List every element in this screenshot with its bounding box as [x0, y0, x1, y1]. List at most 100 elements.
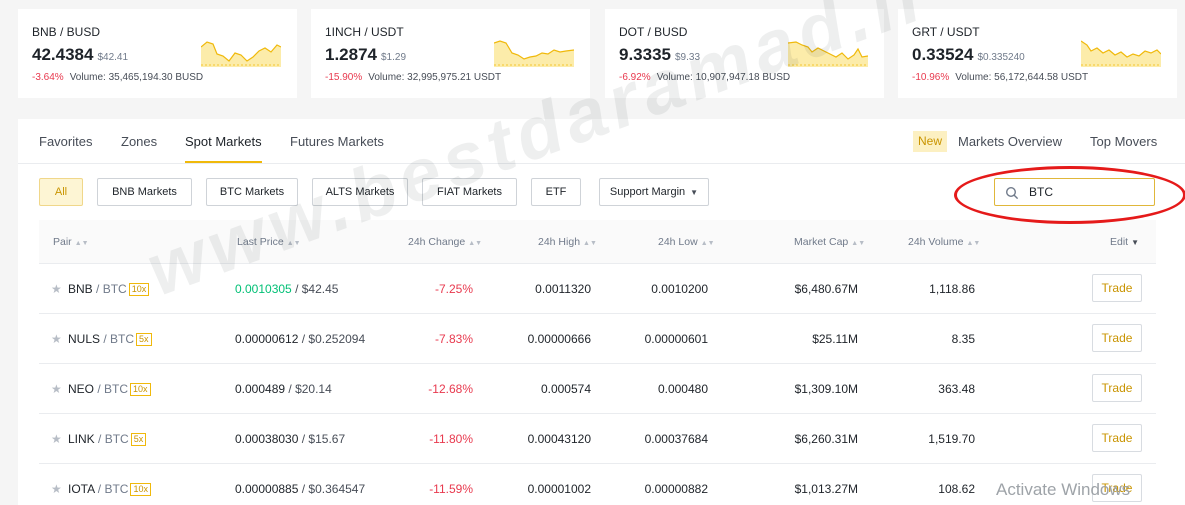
edit-columns-button[interactable]: Edit ▼ [1110, 236, 1139, 248]
market-cap-cell: $6,480.67M [794, 282, 858, 296]
ticker-change: -15.90% [325, 72, 363, 83]
last-price-cell: 0.00000885 / $0.364547 [235, 482, 366, 496]
markets-panel: Favorites Zones Spot Markets Futures Mar… [18, 119, 1185, 505]
star-icon[interactable]: ★ [51, 282, 62, 296]
search-box[interactable] [994, 178, 1155, 206]
high-cell: 0.000574 [540, 382, 591, 396]
pair-cell: NEO / BTC 10x [68, 382, 151, 396]
star-icon[interactable]: ★ [51, 382, 62, 396]
tab-markets-overview[interactable]: Markets Overview [958, 134, 1062, 149]
tab-top-movers[interactable]: Top Movers [1090, 134, 1157, 149]
leverage-badge: 5x [136, 333, 152, 346]
ticker-price: 42.4384 $42.41 [32, 45, 129, 64]
last-price-cell: 0.00000612 / $0.252094 [235, 332, 366, 346]
ticker-meta: -3.64% Volume: 35,465,194.30 BUSD [32, 72, 203, 83]
low-cell: 0.000480 [657, 382, 708, 396]
ticker-volume: Volume: 56,172,644.58 USDT [955, 72, 1089, 83]
ticker-card[interactable]: BNB / BUSD 42.4384 $42.41 -3.64% Volume: 3… [18, 9, 297, 98]
table-row[interactable]: ★ BNB / BTC 10x 0.0010305 / $42.45 -7.25%… [39, 264, 1156, 314]
column-market-cap[interactable]: Market Cap ▲▼ [794, 236, 865, 248]
leverage-badge: 5x [130, 433, 147, 446]
volume-cell: 1,118.86 [929, 282, 975, 296]
star-icon[interactable]: ★ [51, 482, 62, 496]
sort-icon: ▲▼ [286, 240, 301, 247]
column-24h-low[interactable]: 24h Low ▲▼ [658, 236, 715, 248]
filter-btc-markets[interactable]: BTC Markets [206, 178, 298, 206]
ticker-cards: BNB / BUSD 42.4384 $42.41 -3.64% Volume: 3… [18, 9, 1185, 98]
market-cap-cell: $25.11M [812, 332, 858, 346]
ticker-meta: -15.90% Volume: 32,995,975.21 USDT [325, 72, 501, 83]
sort-icon: ▲▼ [468, 240, 483, 247]
pair-cell: IOTA / BTC 10x [68, 482, 151, 496]
search-input[interactable] [1029, 183, 1147, 201]
ticker-change: -6.92% [619, 72, 651, 83]
table-row[interactable]: ★ NEO / BTC 10x 0.000489 / $20.14 -12.68%… [39, 364, 1156, 414]
filter-fiat-markets[interactable]: FIAT Markets [422, 178, 517, 206]
ticker-change: -3.64% [32, 72, 64, 83]
pair-cell: NULS / BTC 5x [68, 332, 152, 346]
tab-zones[interactable]: Zones [121, 134, 157, 149]
caret-down-icon: ▼ [1131, 238, 1140, 247]
pair-cell: BNB / BTC 10x [68, 282, 150, 296]
volume-cell: 363.48 [938, 382, 975, 396]
ticker-card[interactable]: DOT / BUSD 9.3335 $9.33 -6.92% Volume: 10,… [605, 9, 884, 98]
ticker-pair: 1INCH / USDT [325, 25, 404, 39]
high-cell: 0.0011320 [535, 282, 591, 296]
low-cell: 0.00000601 [644, 332, 708, 346]
volume-cell: 8.35 [951, 332, 975, 346]
pair-cell: LINK / BTC 5x [68, 432, 147, 446]
column-24h-volume[interactable]: 24h Volume ▲▼ [908, 236, 980, 248]
ticker-price: 9.3335 $9.33 [619, 45, 701, 64]
column-last-price[interactable]: Last Price ▲▼ [237, 236, 301, 248]
support-margin-label: Support Margin [609, 186, 686, 198]
table-row[interactable]: ★ IOTA / BTC 10x 0.00000885 / $0.364547 -… [39, 464, 1156, 505]
change-cell: -11.59% [429, 482, 473, 496]
star-icon[interactable]: ★ [51, 432, 62, 446]
ticker-fiat-price: $9.33 [675, 52, 701, 63]
market-cap-cell: $1,309.10M [794, 382, 858, 396]
column-pair[interactable]: Pair ▲▼ [53, 236, 89, 248]
low-cell: 0.0010200 [651, 282, 708, 296]
filter-all[interactable]: All [39, 178, 83, 206]
sort-icon: ▲▼ [74, 240, 89, 247]
tab-futures-markets[interactable]: Futures Markets [290, 134, 384, 149]
tab-spot-markets[interactable]: Spot Markets [185, 134, 262, 163]
sparkline-chart [1081, 40, 1161, 67]
trade-button[interactable]: Trade [1092, 374, 1142, 402]
support-margin-dropdown[interactable]: Support Margin ▼ [599, 178, 709, 206]
ticker-price: 1.2874 $1.29 [325, 45, 407, 64]
search-icon [1005, 186, 1019, 200]
filter-bnb-markets[interactable]: BNB Markets [97, 178, 192, 206]
ticker-fiat-price: $1.29 [381, 52, 407, 63]
ticker-change: -10.96% [912, 72, 950, 83]
column-24h-high[interactable]: 24h High ▲▼ [538, 236, 597, 248]
trade-button[interactable]: Trade [1092, 324, 1142, 352]
low-cell: 0.00000882 [644, 482, 708, 496]
new-badge: New [913, 131, 948, 152]
filter-etf[interactable]: ETF [531, 178, 581, 206]
table-row[interactable]: ★ NULS / BTC 5x 0.00000612 / $0.252094 -7… [39, 314, 1156, 364]
tab-favorites[interactable]: Favorites [39, 134, 92, 149]
star-icon[interactable]: ★ [51, 332, 62, 346]
ticker-volume: Volume: 10,907,947.18 BUSD [656, 72, 791, 83]
last-price-cell: 0.0010305 / $42.45 [235, 282, 339, 296]
change-cell: -7.25% [434, 282, 473, 296]
trade-button[interactable]: Trade [1092, 424, 1142, 452]
high-cell: 0.00043120 [527, 432, 591, 446]
trade-button[interactable]: Trade [1092, 474, 1142, 502]
leverage-badge: 10x [130, 483, 151, 496]
ticker-card[interactable]: GRT / USDT 0.33524 $0.335240 -10.96% Volum… [898, 9, 1177, 98]
filter-alts-markets[interactable]: ALTS Markets [312, 178, 408, 206]
market-cap-cell: $6,260.31M [794, 432, 858, 446]
column-24h-change[interactable]: 24h Change ▲▼ [408, 236, 482, 248]
trade-button[interactable]: Trade [1092, 274, 1142, 302]
ticker-pair: BNB / BUSD [32, 25, 101, 39]
volume-cell: 108.62 [938, 482, 975, 496]
ticker-volume: Volume: 32,995,975.21 USDT [368, 72, 502, 83]
ticker-card[interactable]: 1INCH / USDT 1.2874 $1.29 -15.90% Volume: … [311, 9, 590, 98]
table-header: Pair ▲▼ Last Price ▲▼ 24h Change ▲▼ 24h Hig… [39, 220, 1156, 264]
ticker-volume: Volume: 35,465,194.30 BUSD [69, 72, 204, 83]
table-row[interactable]: ★ LINK / BTC 5x 0.00038030 / $15.67 -11.8… [39, 414, 1156, 464]
ticker-pair: DOT / BUSD [619, 25, 688, 39]
sparkline-chart [788, 41, 868, 67]
